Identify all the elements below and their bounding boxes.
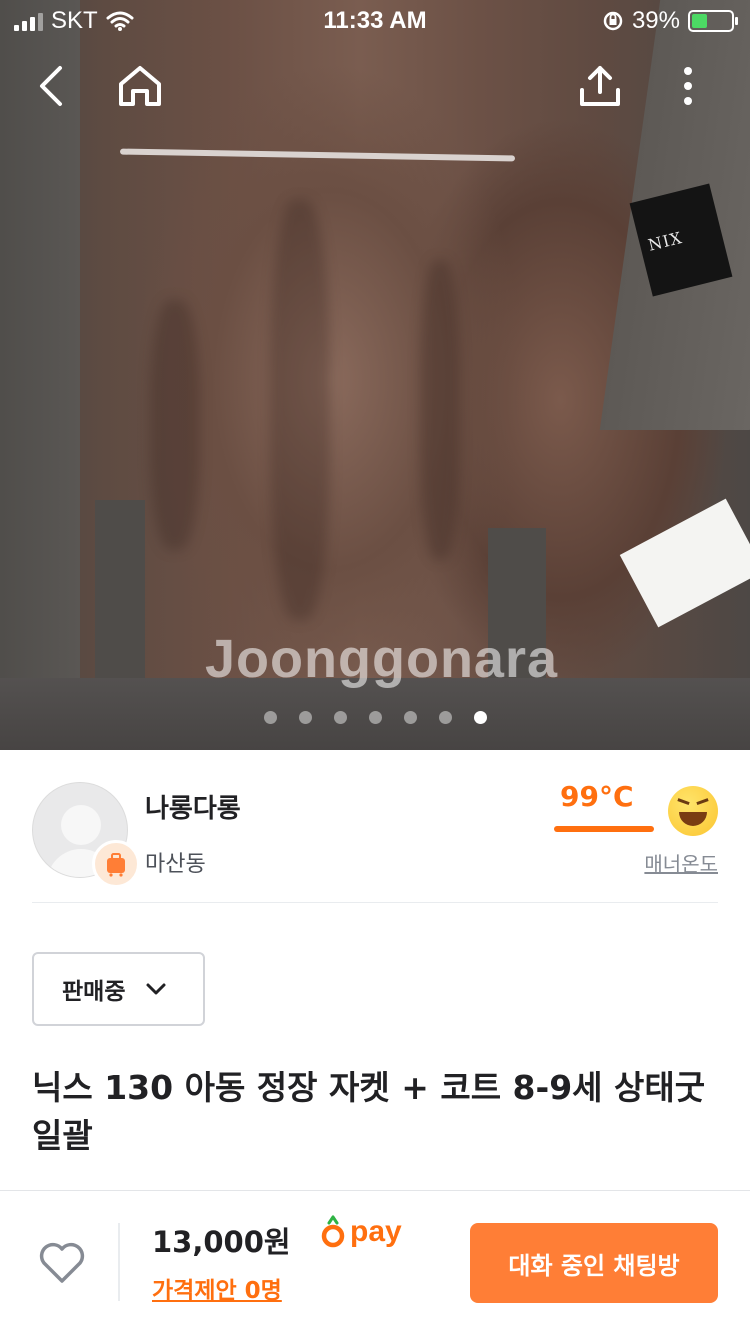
pagination-dot[interactable]	[438, 711, 452, 724]
price-tag	[619, 498, 750, 628]
home-icon	[119, 66, 161, 106]
vertical-divider	[118, 1223, 120, 1301]
back-button[interactable]	[24, 58, 80, 114]
status-bar: SKT 11:33 AM 39%	[0, 0, 750, 40]
temperature-bar	[554, 826, 654, 832]
chevron-left-icon	[40, 66, 62, 106]
lining-fold	[270, 200, 330, 620]
pagination-dot[interactable]	[473, 711, 487, 724]
home-button[interactable]	[112, 58, 168, 114]
chat-rooms-button[interactable]: 대화 중인 채팅방	[470, 1223, 718, 1303]
pagination-dot[interactable]	[333, 711, 347, 724]
more-button[interactable]	[660, 58, 716, 114]
photo-pagination[interactable]	[0, 711, 750, 724]
seller-profile[interactable]: 나롱다롱 마산동 99°C 매너온도	[0, 750, 750, 902]
bottom-action-bar: 13,000원 pay 가격제안 0명 대화 중인 채팅방	[0, 1190, 750, 1334]
sale-status-label: 판매중	[62, 979, 126, 1005]
pay-label: pay	[350, 1215, 402, 1248]
pay-badge: pay	[320, 1215, 402, 1249]
pagination-dot[interactable]	[263, 711, 277, 724]
lining-fold	[150, 300, 200, 550]
product-title: 닉스 130 아동 정장 자켓 + 코트 8-9세 상태굿 일괄	[32, 1068, 706, 1155]
watermark: Joonggonara	[205, 629, 559, 689]
pagination-dot[interactable]	[298, 711, 312, 724]
battery-percent: 39%	[631, 7, 680, 34]
lining-fold	[420, 260, 460, 560]
sale-status-dropdown[interactable]: 판매중	[32, 952, 205, 1026]
divider	[32, 902, 718, 903]
price-offer-link[interactable]: 가격제안 0명	[152, 1271, 282, 1305]
orientation-lock-icon	[603, 11, 623, 31]
carrot-pay-icon	[321, 1215, 345, 1248]
manner-temperature: 99°C	[560, 780, 634, 813]
pagination-dot[interactable]	[403, 711, 417, 724]
heart-icon[interactable]	[36, 1237, 88, 1289]
seller-location: 마산동	[145, 852, 206, 877]
hanger-bar	[119, 148, 516, 162]
seller-name: 나롱다롱	[145, 794, 241, 824]
share-icon	[580, 66, 620, 106]
share-button[interactable]	[572, 58, 628, 114]
chevron-down-icon	[146, 983, 166, 995]
pocket-left	[95, 500, 145, 700]
battery-fill	[692, 14, 707, 28]
laughing-emoji-icon	[668, 786, 718, 836]
battery-icon	[688, 10, 738, 32]
more-vertical-icon	[684, 67, 692, 105]
brand-label-text: NIX	[646, 227, 685, 255]
manner-temperature-link[interactable]: 매너온도	[644, 848, 718, 877]
suitcase-badge-icon	[92, 840, 140, 888]
price: 13,000원	[152, 1225, 291, 1259]
pagination-dot[interactable]	[368, 711, 382, 724]
